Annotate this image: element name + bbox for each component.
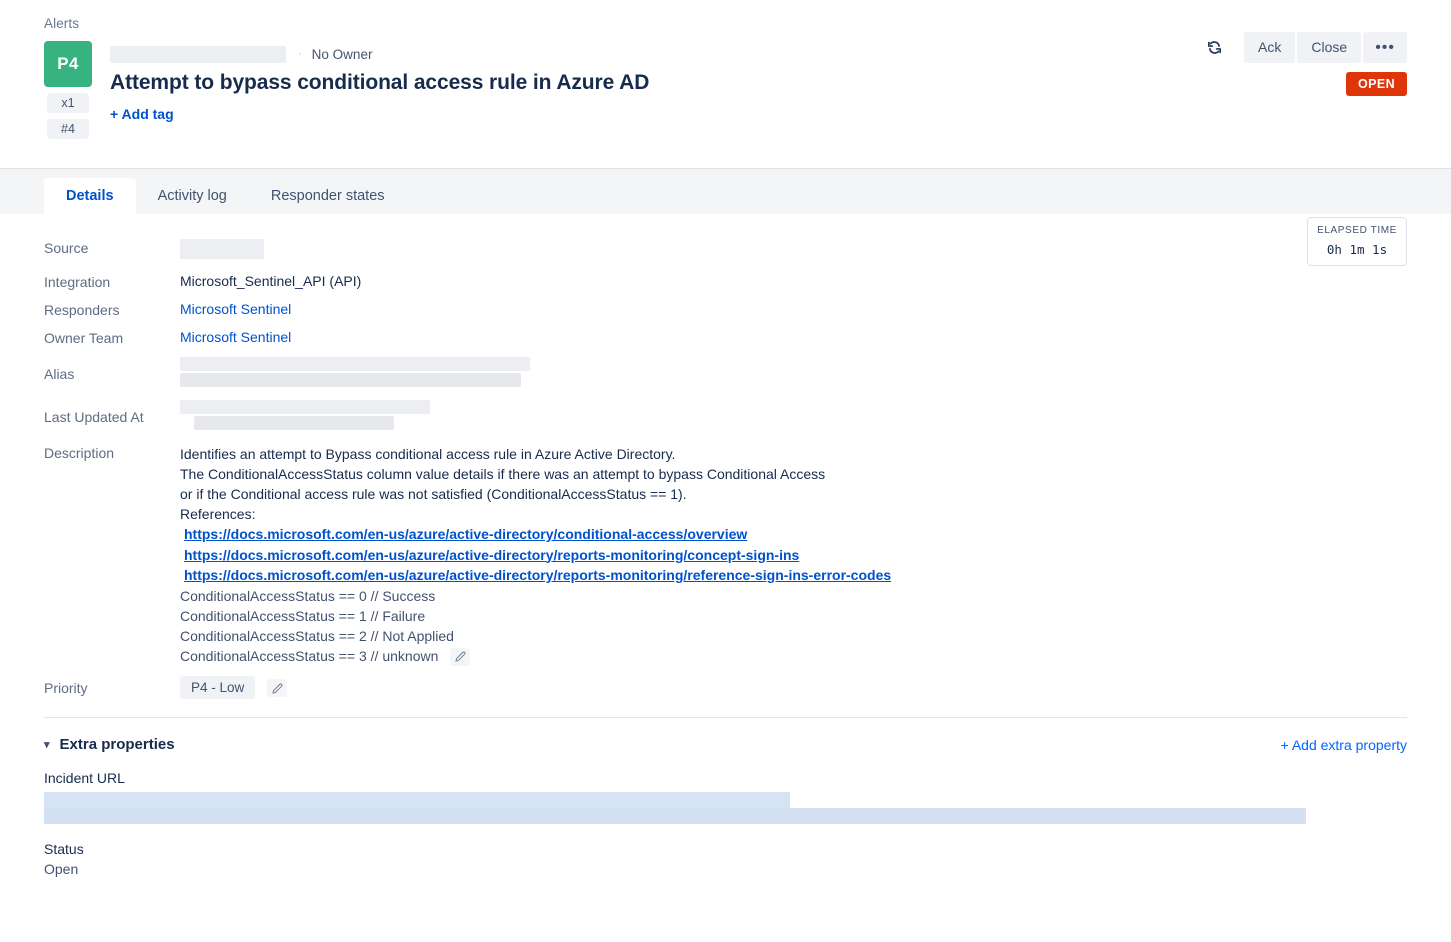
- field-value-source: [180, 239, 264, 262]
- redacted-source-name: [110, 45, 286, 63]
- reference-link-row: https://docs.microsoft.com/en-us/azure/a…: [180, 545, 891, 566]
- elapsed-time-value: 0h 1m 1s: [1326, 242, 1388, 257]
- field-label-last-updated: Last Updated At: [44, 409, 144, 425]
- extra-properties-toggle[interactable]: ▾ Extra properties: [44, 736, 1407, 753]
- details-panel: ELAPSED TIME 0h 1m 1s Source Integration…: [0, 215, 1451, 699]
- alert-owner: No Owner: [311, 46, 373, 62]
- field-priority: Priority P4 - Low: [44, 675, 1407, 699]
- status-code-line: ConditionalAccessStatus == 1 // Failure: [180, 607, 426, 624]
- redacted-last-updated-line-2: [194, 416, 394, 430]
- reference-link-row: https://docs.microsoft.com/en-us/azure/a…: [180, 565, 891, 586]
- reference-link-row: https://docs.microsoft.com/en-us/azure/a…: [180, 524, 891, 545]
- field-label-alias: Alias: [44, 366, 75, 382]
- alert-number-chip: #4: [47, 119, 89, 139]
- tab-responder-states[interactable]: Responder states: [249, 178, 407, 214]
- field-value-alias: [180, 357, 530, 387]
- field-label-integration: Integration: [44, 274, 111, 290]
- status-code-text: ConditionalAccessStatus == 3 // unknown: [180, 647, 439, 664]
- reference-link[interactable]: https://docs.microsoft.com/en-us/azure/a…: [184, 547, 799, 563]
- add-extra-property-button[interactable]: + Add extra property: [1281, 737, 1407, 753]
- header-button-group: Ack Close •••: [1242, 32, 1407, 63]
- field-value-responders[interactable]: Microsoft Sentinel: [180, 301, 291, 317]
- field-value-priority: P4 - Low: [180, 675, 288, 699]
- edit-priority-pencil-icon[interactable]: [267, 679, 288, 698]
- redacted-incident-url-line-2: [44, 807, 1306, 824]
- status-code-line-last: ConditionalAccessStatus == 3 // unknown: [180, 646, 891, 666]
- field-last-updated: Last Updated At: [44, 400, 1407, 430]
- field-integration: Integration Microsoft_Sentinel_API (API): [44, 273, 1407, 290]
- tab-details[interactable]: Details: [44, 178, 136, 214]
- breadcrumb[interactable]: Alerts: [44, 16, 1407, 31]
- description-line: The ConditionalAccessStatus column value…: [180, 466, 826, 482]
- tab-bar: Details Activity log Responder states: [0, 169, 1451, 215]
- status-code-line: ConditionalAccessStatus == 0 // Success: [180, 587, 436, 604]
- reference-link[interactable]: https://docs.microsoft.com/en-us/azure/a…: [184, 567, 891, 583]
- redacted-alias-line-2: [180, 373, 521, 387]
- meta-separator-dot: ·: [298, 47, 302, 60]
- redacted-incident-url-line-1: [44, 791, 790, 808]
- description-line: Identifies an attempt to Bypass conditio…: [180, 446, 676, 462]
- field-alias: Alias: [44, 357, 1407, 387]
- reference-link[interactable]: https://docs.microsoft.com/en-us/azure/a…: [184, 526, 747, 542]
- header-actions: Ack Close ••• OPEN: [1200, 32, 1407, 96]
- priority-chip: P4 - Low: [180, 675, 256, 699]
- extra-property-name: Status: [44, 840, 84, 857]
- tab-activity-log[interactable]: Activity log: [136, 178, 249, 214]
- extra-properties-section: ▾ Extra properties + Add extra property …: [0, 718, 1451, 877]
- alert-count-chip: x1: [47, 93, 89, 113]
- field-responders: Responders Microsoft Sentinel: [44, 301, 1407, 318]
- elapsed-time-label: ELAPSED TIME: [1317, 225, 1397, 236]
- extra-property-value: Open: [44, 860, 79, 877]
- field-source: Source: [44, 239, 1407, 262]
- elapsed-time-card: ELAPSED TIME 0h 1m 1s: [1307, 217, 1407, 266]
- field-value-integration: Microsoft_Sentinel_API (API): [180, 273, 362, 289]
- field-label-description: Description: [44, 445, 115, 461]
- priority-badge-column: P4 x1 #4: [44, 41, 92, 139]
- chevron-down-icon: ▾: [44, 738, 50, 751]
- redacted-last-updated-line-1: [180, 400, 430, 414]
- priority-badge: P4: [44, 41, 92, 87]
- field-description: Description Identifies an attempt to Byp…: [44, 444, 1407, 666]
- add-tag-button[interactable]: + Add tag: [110, 106, 174, 122]
- ack-button[interactable]: Ack: [1244, 32, 1296, 63]
- description-line: References:: [180, 506, 256, 522]
- close-button[interactable]: Close: [1297, 32, 1362, 63]
- header-action-row: Ack Close •••: [1200, 32, 1407, 63]
- field-label-priority: Priority: [44, 679, 88, 696]
- description-line: or if the Conditional access rule was no…: [180, 486, 687, 502]
- status-badge: OPEN: [1345, 72, 1407, 96]
- redacted-alias-line-1: [180, 357, 530, 371]
- alert-header: Alerts P4 x1 #4 · No Owner Attempt to by…: [0, 0, 1451, 169]
- field-value-description: Identifies an attempt to Bypass conditio…: [180, 444, 891, 666]
- field-value-last-updated: [180, 400, 430, 430]
- redacted-source-value: [180, 239, 264, 259]
- field-label-source: Source: [44, 240, 89, 256]
- field-value-owner-team[interactable]: Microsoft Sentinel: [180, 329, 291, 345]
- edit-description-pencil-icon[interactable]: [450, 647, 471, 666]
- status-code-line: ConditionalAccessStatus == 2 // Not Appl…: [180, 627, 454, 644]
- refresh-icon[interactable]: [1200, 34, 1228, 62]
- field-label-owner-team: Owner Team: [44, 330, 124, 346]
- extra-property-name: Incident URL: [44, 769, 125, 786]
- more-actions-button[interactable]: •••: [1363, 32, 1407, 63]
- field-owner-team: Owner Team Microsoft Sentinel: [44, 329, 1407, 346]
- field-label-responders: Responders: [44, 302, 120, 318]
- extra-properties-title: Extra properties: [59, 735, 175, 753]
